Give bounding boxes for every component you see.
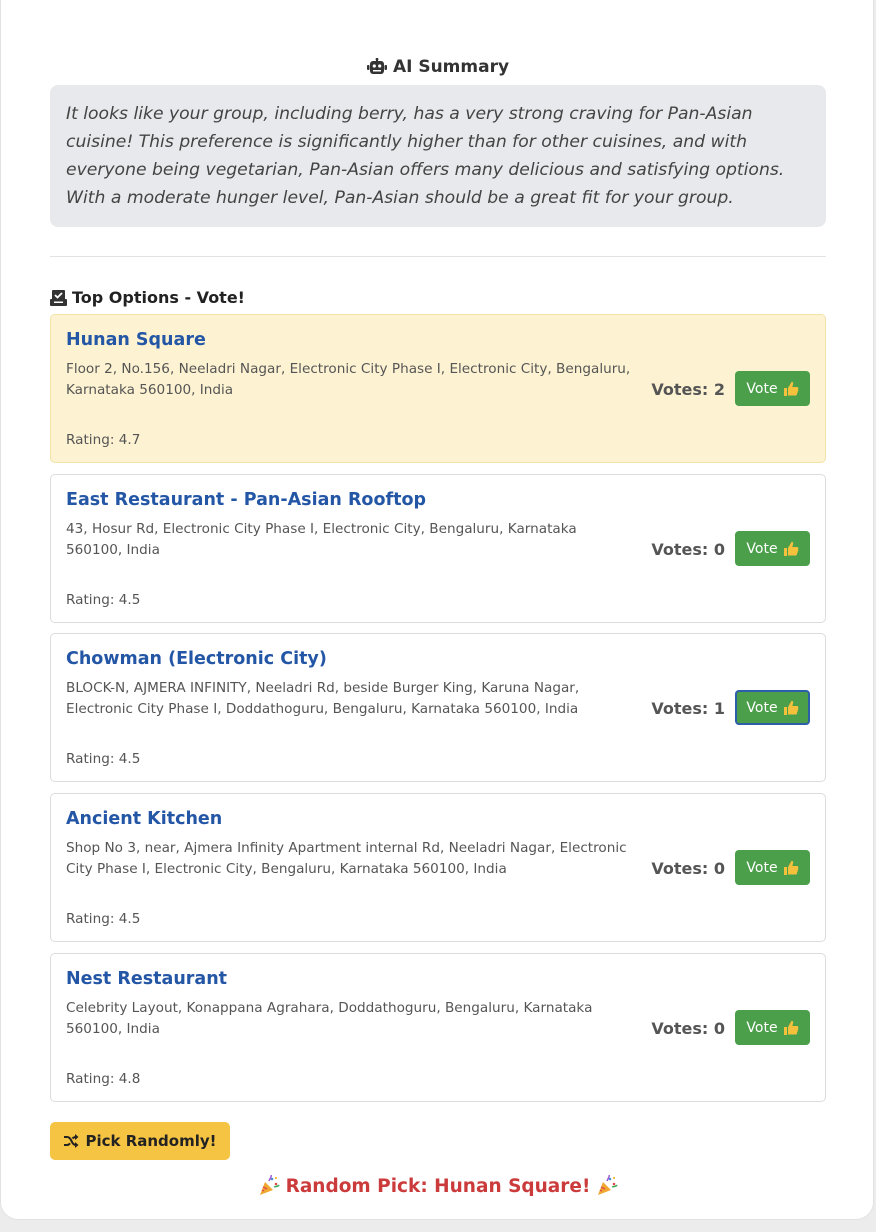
- shuffle-icon: [63, 1133, 79, 1149]
- thumbs-up-icon: [783, 860, 799, 876]
- option-card: Ancient Kitchen Shop No 3, near, Ajmera …: [50, 793, 826, 942]
- option-card: Hunan Square Floor 2, No.156, Neeladri N…: [50, 314, 826, 463]
- vote-button-label: Vote: [746, 859, 778, 876]
- pick-randomly-label: Pick Randomly!: [85, 1132, 217, 1150]
- vote-count: Votes: 0: [651, 540, 725, 559]
- restaurant-rating: Rating: 4.7: [66, 432, 141, 448]
- random-pick-result: Random Pick: Hunan Square!: [50, 1174, 826, 1197]
- party-popper-icon: [258, 1174, 280, 1197]
- thumbs-up-icon: [783, 541, 799, 557]
- ballot-box-icon: [50, 289, 67, 306]
- divider: [50, 256, 826, 257]
- thumbs-up-icon: [783, 700, 799, 716]
- vote-button-label: Vote: [746, 699, 778, 716]
- thumbs-up-icon: [783, 1020, 799, 1036]
- ai-summary-text: It looks like your group, including berr…: [50, 85, 826, 227]
- robot-icon: [366, 57, 387, 76]
- vote-count: Votes: 0: [651, 1019, 725, 1038]
- top-options-heading: Top Options - Vote!: [50, 288, 245, 307]
- vote-count: Votes: 2: [651, 380, 725, 399]
- vote-button[interactable]: Vote: [735, 371, 810, 406]
- option-card: East Restaurant - Pan-Asian Rooftop 43, …: [50, 474, 826, 623]
- vote-button-label: Vote: [746, 380, 778, 397]
- restaurant-name: Hunan Square: [66, 330, 206, 350]
- vote-button[interactable]: Vote: [735, 1010, 810, 1045]
- restaurant-address: Shop No 3, near, Ajmera Infinity Apartme…: [66, 840, 627, 877]
- thumbs-up-icon: [783, 381, 799, 397]
- restaurant-address: 43, Hosur Rd, Electronic City Phase I, E…: [66, 521, 577, 558]
- vote-count: Votes: 0: [651, 859, 725, 878]
- restaurant-address: Floor 2, No.156, Neeladri Nagar, Electro…: [66, 361, 631, 398]
- pick-randomly-button[interactable]: Pick Randomly!: [50, 1122, 230, 1160]
- restaurant-address: Celebrity Layout, Konappana Agrahara, Do…: [66, 1000, 593, 1037]
- vote-button-label: Vote: [746, 1019, 778, 1036]
- restaurant-rating: Rating: 4.5: [66, 592, 141, 608]
- restaurant-name: East Restaurant - Pan-Asian Rooftop: [66, 490, 426, 510]
- restaurant-name: Nest Restaurant: [66, 969, 228, 989]
- ai-summary-title: AI Summary: [392, 57, 510, 77]
- top-options-title: Top Options - Vote!: [72, 288, 245, 307]
- restaurant-address: BLOCK-N, AJMERA INFINITY, Neeladri Rd, b…: [66, 680, 580, 717]
- ai-summary-heading: AI Summary: [50, 57, 826, 77]
- vote-button-label: Vote: [746, 540, 778, 557]
- random-pick-text: Random Pick: Hunan Square!: [285, 1175, 591, 1197]
- option-card: Chowman (Electronic City) BLOCK-N, AJMER…: [50, 633, 826, 782]
- restaurant-rating: Rating: 4.8: [66, 1071, 141, 1087]
- restaurant-name: Chowman (Electronic City): [66, 649, 327, 669]
- party-popper-icon: [596, 1174, 619, 1197]
- vote-button[interactable]: Vote: [735, 690, 810, 725]
- restaurant-rating: Rating: 4.5: [66, 751, 141, 767]
- vote-button[interactable]: Vote: [735, 850, 810, 885]
- vote-count: Votes: 1: [651, 699, 725, 718]
- restaurant-rating: Rating: 4.5: [66, 911, 141, 927]
- vote-button[interactable]: Vote: [735, 531, 810, 566]
- option-card: Nest Restaurant Celebrity Layout, Konapp…: [50, 953, 826, 1102]
- restaurant-name: Ancient Kitchen: [66, 809, 223, 829]
